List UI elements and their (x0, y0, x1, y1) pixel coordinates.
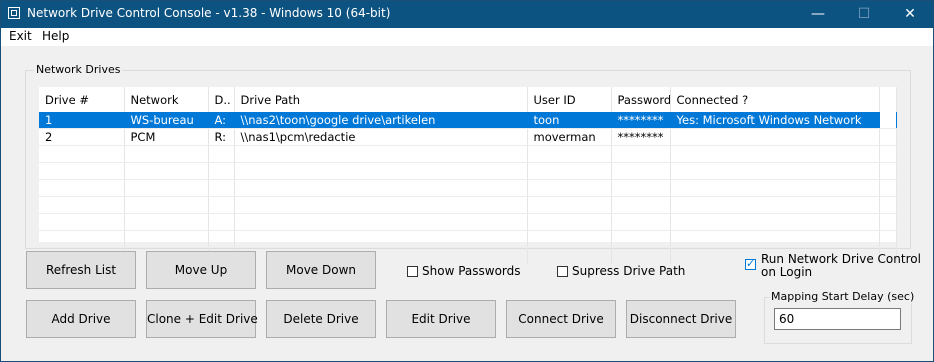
empty-row (39, 213, 897, 231)
cell-connected: Yes: Microsoft Windows Network (670, 112, 880, 129)
list-header: Drive # Network D.. Drive Path User ID P… (39, 87, 897, 112)
window-title: Network Drive Control Console - v1.38 - … (27, 6, 391, 20)
cell-drive-number: 2 (39, 128, 125, 146)
maximize-button: ☐ (857, 6, 871, 22)
cell-network: PCM (124, 128, 209, 146)
run-on-login-checkbox[interactable] (745, 257, 756, 270)
app-window: Network Drive Control Console - v1.38 - … (0, 0, 934, 362)
move-up-button[interactable]: Move Up (146, 251, 256, 289)
cell-drive-number: 1 (39, 112, 125, 129)
mapping-delay-label: Mapping Start Delay (sec) (769, 290, 917, 303)
empty-row (39, 230, 897, 248)
minimize-button[interactable]: — (795, 1, 841, 28)
drives-list[interactable]: Drive # Network D.. Drive Path User ID P… (39, 87, 897, 264)
column-password[interactable]: Password (611, 87, 671, 112)
column-drive-path[interactable]: Drive Path (234, 87, 528, 112)
group-label: Network Drives (34, 63, 123, 76)
run-on-login-label-line2: on Login (761, 265, 813, 279)
refresh-list-button[interactable]: Refresh List (26, 251, 136, 289)
cell-connected (670, 128, 880, 146)
table-row[interactable]: 2 PCM R: \\nas1\pcm\redactie moverman **… (39, 128, 897, 146)
cell-drive-letter: R: (208, 128, 235, 146)
cell-password: ******** (611, 128, 671, 146)
column-drive-number[interactable]: Drive # (39, 87, 125, 112)
disconnect-drive-button[interactable]: Disconnect Drive (626, 300, 736, 338)
menu-help[interactable]: Help (42, 29, 69, 43)
column-network[interactable]: Network (124, 87, 209, 112)
cell-drive-letter: A: (208, 112, 235, 129)
column-user-id[interactable]: User ID (527, 87, 612, 112)
delete-drive-button[interactable]: Delete Drive (266, 300, 376, 338)
move-down-button[interactable]: Move Down (266, 251, 376, 289)
cell-drive-path: \\nas1\pcm\redactie (234, 128, 528, 146)
show-passwords-checkbox[interactable]: Show Passwords (407, 264, 521, 278)
close-button[interactable]: ✕ (887, 1, 933, 28)
mapping-delay-group: Mapping Start Delay (sec) (764, 290, 917, 344)
cell-filler (879, 128, 897, 146)
cell-filler (879, 112, 897, 129)
supress-drive-path-label: Supress Drive Path (572, 264, 686, 278)
edit-drive-button[interactable]: Edit Drive (386, 300, 496, 338)
cell-user-id: toon (527, 112, 612, 129)
run-on-login-label: Run Network Drive Control on Login (761, 253, 921, 279)
app-icon (8, 7, 20, 19)
add-drive-button[interactable]: Add Drive (26, 300, 136, 338)
empty-row (39, 196, 897, 214)
connect-drive-button[interactable]: Connect Drive (506, 300, 616, 338)
show-passwords-label: Show Passwords (422, 264, 521, 278)
mapping-delay-input[interactable] (774, 308, 901, 330)
cell-network: WS-bureau (124, 112, 209, 129)
cell-user-id: moverman (527, 128, 612, 146)
column-filler (879, 87, 897, 112)
show-passwords-box[interactable] (407, 265, 418, 277)
empty-row (39, 179, 897, 197)
cell-drive-path: \\nas2\toon\google drive\artikelen (234, 112, 528, 129)
empty-row (39, 145, 897, 163)
cell-password: ******** (611, 112, 671, 129)
column-connected[interactable]: Connected ? (670, 87, 880, 112)
column-drive-letter[interactable]: D.. (208, 87, 235, 112)
supress-drive-path-box[interactable] (557, 265, 568, 277)
empty-row (39, 162, 897, 180)
supress-drive-path-checkbox[interactable]: Supress Drive Path (557, 264, 685, 278)
title-bar: Network Drive Control Console - v1.38 - … (1, 1, 933, 28)
menu-exit[interactable]: Exit (9, 29, 32, 43)
table-row[interactable]: 1 WS-bureau A: \\nas2\toon\google drive\… (39, 112, 897, 129)
clone-edit-drive-button[interactable]: Clone + Edit Drive (146, 300, 258, 338)
menu-bar: Exit Help (1, 28, 933, 46)
